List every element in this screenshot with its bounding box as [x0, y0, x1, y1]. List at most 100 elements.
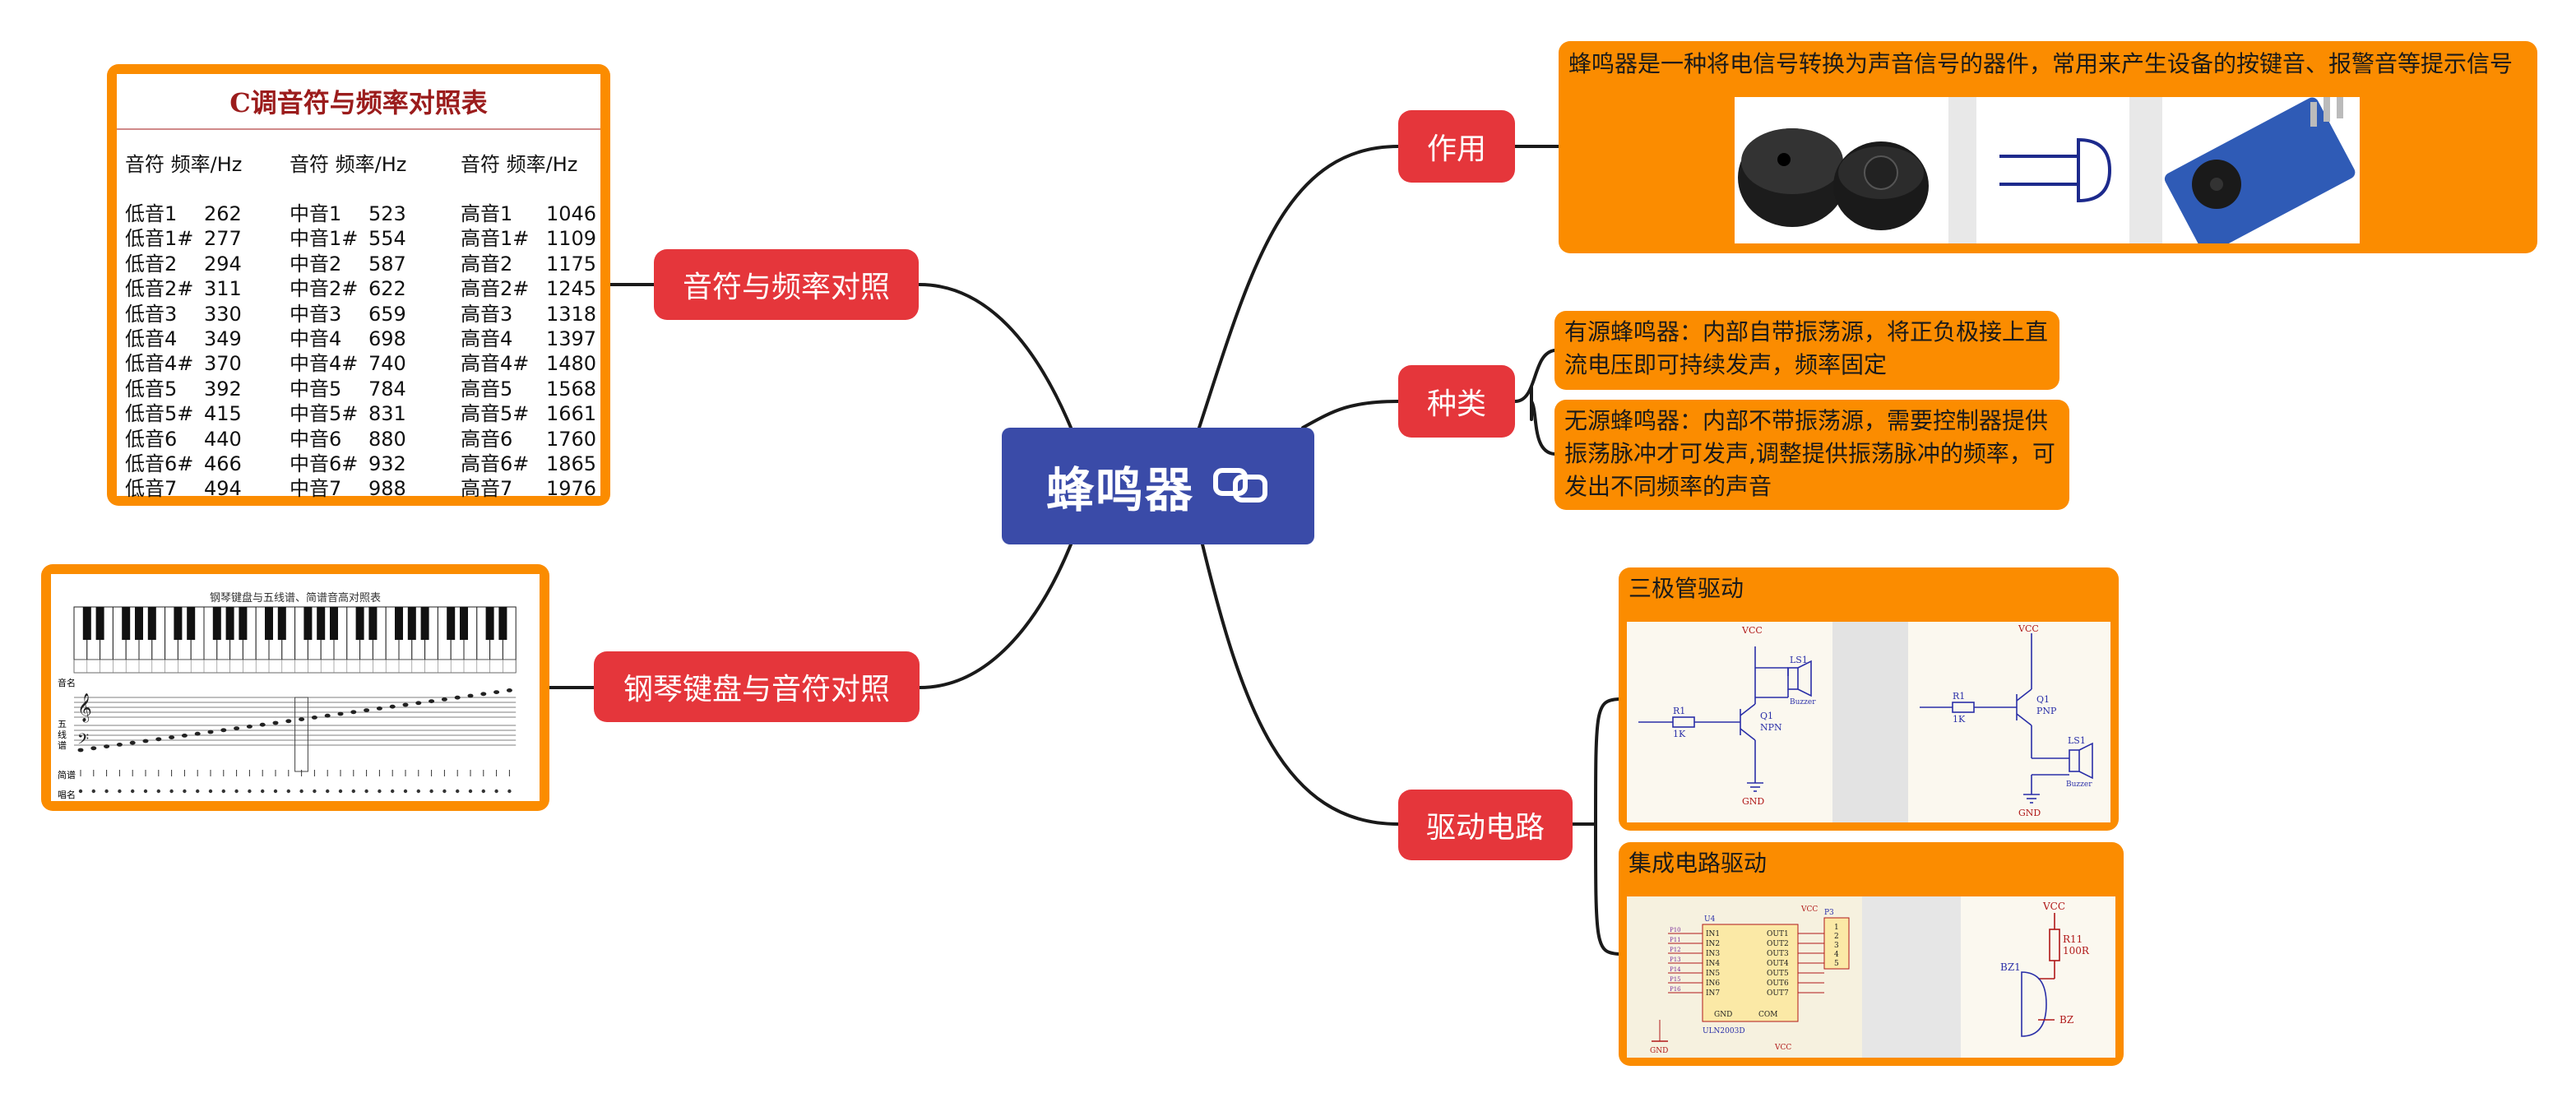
- svg-text:R11: R11: [2063, 933, 2083, 945]
- freq-table-row: 低音7 494: [125, 472, 242, 501]
- branch-piano[interactable]: 钢琴键盘与音符对照: [594, 651, 920, 722]
- freq-table-row: 高音4 1397: [461, 322, 596, 350]
- svg-text:IN6: IN6: [1706, 980, 1720, 988]
- branch-types[interactable]: 种类: [1398, 365, 1515, 438]
- piano-row-label: 音名: [58, 678, 76, 688]
- svg-text:P16: P16: [1670, 986, 1681, 993]
- svg-text:100R: 100R: [2063, 945, 2090, 956]
- svg-text:GND: GND: [1714, 1011, 1732, 1019]
- svg-text:Buzzer: Buzzer: [1790, 698, 1816, 706]
- active-buzzer-text: 有源蜂鸣器：内部自带振荡源，将正负极接上直流电压即可持续发声，频率固定: [1564, 318, 2049, 378]
- branch-purpose[interactable]: 作用: [1398, 110, 1515, 183]
- svg-text:OUT1: OUT1: [1767, 930, 1789, 938]
- freq-table-row: 中音4# 740: [290, 347, 406, 375]
- freq-table-row: 高音6# 1865: [461, 447, 596, 475]
- link-center-purpose: [1198, 145, 1400, 429]
- svg-text:𝄞: 𝄞: [77, 693, 92, 723]
- freq-table-row: 中音2 587: [290, 248, 406, 276]
- svg-text:IN4: IN4: [1706, 960, 1720, 968]
- ic-drive-topic[interactable]: 集成电路驱动 U4 P3 VCC IN1 P10 IN2 P11 IN3 P12 IN4 P13 IN…: [1619, 842, 2124, 1066]
- note-frequency: 494: [204, 477, 242, 501]
- center-topic-node[interactable]: 蜂鸣器: [1002, 428, 1314, 544]
- piano-chart-image[interactable]: 钢琴键盘与五线谱、简谱音高对照表 𝄞 𝄢 音名 五线谱 简谱 唱名: [41, 564, 549, 811]
- link-icon[interactable]: [1212, 462, 1270, 510]
- piano-row-label: 简谱: [58, 770, 76, 780]
- branch-freq-table-label: 音符与频率对照: [682, 271, 890, 304]
- freq-table-row: 低音4 349: [125, 322, 242, 350]
- svg-text:OUT4: OUT4: [1767, 960, 1789, 968]
- piano-row-label: 唱名: [58, 790, 76, 800]
- freq-table-row: 中音2# 622: [290, 272, 406, 301]
- active-buzzer-topic[interactable]: 有源蜂鸣器：内部自带振荡源，将正负极接上直流电压即可持续发声，频率固定: [1554, 311, 2059, 390]
- svg-text:OUT3: OUT3: [1767, 950, 1789, 958]
- svg-text:5: 5: [1834, 960, 1839, 968]
- svg-text:Q1: Q1: [2036, 694, 2050, 705]
- note-name: 高音7: [461, 477, 513, 501]
- branch-freq-table[interactable]: 音符与频率对照: [654, 249, 919, 320]
- svg-text:GND: GND: [2018, 808, 2041, 818]
- svg-text:Q1: Q1: [1760, 711, 1773, 721]
- svg-text:IN3: IN3: [1706, 950, 1720, 958]
- svg-text:GND: GND: [1742, 796, 1764, 807]
- note-name: 低音7: [125, 477, 178, 501]
- freq-column-header: 音符 频率/Hz: [125, 153, 243, 176]
- svg-text:GND: GND: [1650, 1047, 1668, 1055]
- freq-table-row: 低音2# 311: [125, 272, 242, 300]
- transistor-drive-topic[interactable]: 三极管驱动 VCC R1 1K Q1 NPN LS1 Buzzer GND VCC R1 1K Q1 P…: [1619, 567, 2119, 831]
- freq-table-row: 高音3 1318: [461, 298, 596, 326]
- freq-table-row: 中音5# 831: [290, 397, 406, 425]
- svg-text:COM: COM: [1758, 1011, 1777, 1019]
- branch-drive-label: 驱动电路: [1425, 811, 1545, 845]
- freq-table-row: 高音6 1760: [461, 423, 596, 451]
- link-center-piano: [918, 543, 1073, 689]
- svg-text:LS1: LS1: [1790, 655, 1808, 665]
- freq-table-row: 低音4# 370: [125, 347, 242, 375]
- note-frequency: 1245: [546, 277, 597, 301]
- freq-column-header: 音符 频率/Hz: [290, 153, 407, 176]
- freq-table-row: 低音1 262: [125, 197, 242, 225]
- svg-text:R1: R1: [1673, 706, 1685, 716]
- svg-text:OUT2: OUT2: [1767, 940, 1789, 948]
- ic-drive-title: 集成电路驱动: [1629, 850, 1768, 877]
- svg-text:1K: 1K: [1953, 714, 1966, 725]
- freq-table-row: 中音4 698: [290, 322, 406, 350]
- note-frequency: 415: [204, 402, 242, 426]
- svg-text:OUT7: OUT7: [1767, 989, 1789, 998]
- svg-text:R1: R1: [1953, 691, 1965, 702]
- svg-text:PNP: PNP: [2036, 706, 2057, 716]
- freq-table-row: 低音2 294: [125, 248, 242, 276]
- svg-text:IN1: IN1: [1706, 930, 1720, 938]
- svg-text:IN2: IN2: [1706, 940, 1720, 948]
- freq-table-row: 高音2# 1245: [461, 272, 597, 301]
- link-types-bracket: [1513, 349, 1556, 456]
- purpose-topic[interactable]: 蜂鸣器是一种将电信号转换为声音信号的器件，常用来产生设备的按键音、报警音等提示信…: [1559, 41, 2537, 254]
- freq-table-row: 高音5 1568: [461, 373, 596, 401]
- piano-row-label: 五线谱: [58, 719, 67, 751]
- freq-table-row: 中音3 659: [290, 298, 406, 326]
- svg-text:P10: P10: [1670, 927, 1681, 933]
- svg-text:BZ: BZ: [2059, 1014, 2073, 1026]
- svg-text:OUT5: OUT5: [1767, 970, 1789, 978]
- branch-types-label: 种类: [1426, 387, 1486, 421]
- freq-table-row: 低音5 392: [125, 373, 242, 401]
- buzzer-photo-round: [1738, 128, 1929, 230]
- svg-text:1: 1: [1834, 924, 1839, 932]
- transistor-drive-title: 三极管驱动: [1629, 575, 1744, 602]
- freq-table-row: 高音1 1046: [461, 197, 596, 225]
- link-center-types: [1301, 400, 1400, 429]
- svg-text:4: 4: [1834, 951, 1839, 959]
- passive-buzzer-topic[interactable]: 无源蜂鸣器：内部不带振荡源，需要控制器提供振荡脉冲才可发声,调整提供振荡脉冲的频…: [1554, 400, 2069, 510]
- svg-text:OUT6: OUT6: [1767, 980, 1789, 988]
- svg-text:2: 2: [1834, 933, 1839, 941]
- freq-table-image[interactable]: C调音符与频率对照表 音符 频率/Hz 低音1 262 低音1# 277 低音2 294 低…: [107, 64, 610, 506]
- buzzer-module-photo: [2164, 94, 2356, 254]
- branch-piano-label: 钢琴键盘与音符对照: [623, 673, 890, 706]
- branch-drive[interactable]: 驱动电路: [1398, 790, 1573, 860]
- transistor-schematic: VCC R1 1K Q1 NPN LS1 Buzzer GND VCC R1 1K Q1 PNP LS1 B…: [1627, 622, 2110, 822]
- link-center-drive: [1201, 543, 1400, 826]
- svg-text:P3: P3: [1824, 909, 1834, 917]
- svg-text:P13: P13: [1670, 956, 1681, 963]
- note-frequency: 622: [368, 277, 406, 301]
- svg-text:3: 3: [1834, 942, 1839, 950]
- svg-text:NPN: NPN: [1760, 722, 1782, 733]
